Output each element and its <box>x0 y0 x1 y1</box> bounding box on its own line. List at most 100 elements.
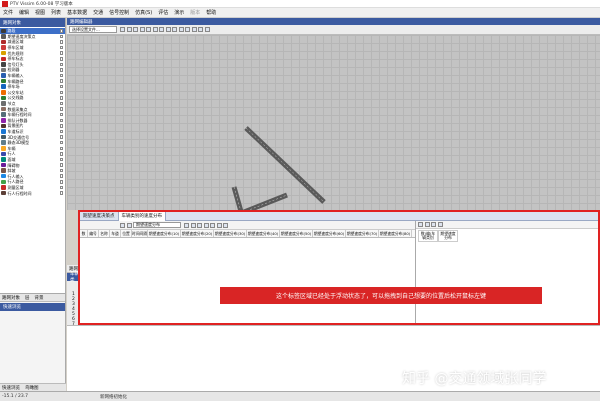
network-canvas[interactable] <box>67 35 600 217</box>
visibility-toggle[interactable] <box>59 79 63 83</box>
list-column-header[interactable]: 车道 <box>110 230 121 237</box>
menu-simulation[interactable]: 仿真(S) <box>135 9 152 16</box>
select-icon[interactable] <box>146 27 151 32</box>
list-column-header[interactable]: 期望速度分布(50) <box>280 230 313 237</box>
visibility-toggle[interactable] <box>59 129 63 134</box>
menu-traffic[interactable]: 交通 <box>93 9 103 16</box>
pan-icon[interactable] <box>120 27 125 32</box>
zoom-fit-icon[interactable] <box>139 27 145 32</box>
3d-mode-icon[interactable] <box>159 27 164 32</box>
visibility-toggle[interactable] <box>59 174 63 178</box>
screenshot-icon[interactable] <box>165 27 171 32</box>
visibility-toggle[interactable] <box>59 90 63 95</box>
visibility-toggle[interactable] <box>59 107 63 111</box>
layers-icon[interactable] <box>178 27 184 32</box>
visibility-toggle[interactable] <box>59 157 63 162</box>
tab-network-objects[interactable]: 路网对象 <box>2 295 20 301</box>
visibility-toggle[interactable] <box>59 168 63 173</box>
list-column-header[interactable]: 编号 <box>88 230 99 237</box>
side-column-header[interactable]: 期望速度分布 <box>438 230 458 242</box>
list-column-header[interactable]: 期望速度分布(70) <box>346 230 379 237</box>
visibility-toggle[interactable] <box>59 180 63 184</box>
menu-signal-control[interactable]: 信号控制 <box>109 9 129 16</box>
menu-evaluation[interactable]: 评估 <box>158 9 168 16</box>
visibility-toggle[interactable] <box>59 29 63 33</box>
menu-presentation[interactable]: 演示 <box>174 9 184 16</box>
list-column-header[interactable]: 位置 <box>121 230 132 237</box>
menu-file[interactable]: 文件 <box>3 9 13 16</box>
side-list-delete-icon[interactable] <box>431 222 436 227</box>
visibility-toggle[interactable] <box>59 57 63 61</box>
menu-base-data[interactable]: 基本数据 <box>67 9 87 16</box>
list-column-header[interactable]: 名称 <box>99 230 110 237</box>
tab-birds-eye[interactable]: 鸟瞰图 <box>25 385 39 391</box>
tab-quick-view[interactable]: 快速浏览 <box>2 385 20 391</box>
link-vertical[interactable] <box>231 186 245 216</box>
redo-icon[interactable] <box>198 27 203 32</box>
list-column-header[interactable]: 期望速度分布(10) <box>148 230 181 237</box>
visibility-toggle[interactable] <box>59 146 63 151</box>
list-column-header[interactable]: 期望速度分布(60) <box>313 230 346 237</box>
list-tool-icon[interactable] <box>120 222 125 228</box>
tab-levels[interactable]: 层 <box>25 295 30 301</box>
visibility-toggle[interactable] <box>59 84 63 89</box>
visibility-toggle[interactable] <box>59 101 63 106</box>
visibility-toggle[interactable] <box>59 191 63 195</box>
network-object-item[interactable]: 行人行程时间 <box>0 190 65 196</box>
zoom-in-icon[interactable] <box>126 27 132 32</box>
tab-backgrounds[interactable]: 背景 <box>35 295 44 301</box>
visibility-toggle[interactable] <box>59 62 63 67</box>
visibility-toggle[interactable] <box>59 45 63 50</box>
list-column-header[interactable]: 期望速度分布(20) <box>181 230 214 237</box>
side-column-header[interactable]: 数(编)车辆类别 <box>418 230 438 242</box>
list-sort-desc-icon[interactable] <box>203 222 209 228</box>
settings-icon[interactable] <box>204 27 210 32</box>
visibility-toggle[interactable] <box>59 112 63 117</box>
list-settings-icon[interactable] <box>223 222 228 228</box>
list-column-header[interactable]: 期望速度分布(80) <box>379 230 412 237</box>
list-column-header[interactable]: 数 <box>80 230 88 237</box>
zoom-out-icon[interactable] <box>133 27 138 32</box>
grid-icon[interactable] <box>185 27 190 32</box>
list-column-header[interactable]: 期望速度分布(40) <box>247 230 280 237</box>
rotate-icon[interactable] <box>152 27 158 32</box>
graphic-settings-select[interactable]: 选择设置文件... <box>69 26 117 33</box>
list-sort-asc-icon[interactable] <box>197 222 202 228</box>
attribute-select[interactable]: 期望速度分布 <box>133 221 181 229</box>
menu-lists[interactable]: 列表 <box>51 9 61 16</box>
visibility-toggle[interactable] <box>59 40 63 44</box>
link-horizontal[interactable] <box>238 192 288 217</box>
list-filter-icon[interactable] <box>126 222 132 228</box>
visibility-toggle[interactable] <box>59 73 63 78</box>
list-column-header[interactable]: 期望速度分布(30) <box>214 230 247 237</box>
visibility-toggle[interactable] <box>59 140 63 145</box>
visibility-toggle[interactable] <box>59 135 63 139</box>
list-column-header[interactable]: 时间间隔 <box>132 230 148 237</box>
visibility-toggle[interactable] <box>59 51 63 55</box>
print-icon[interactable] <box>172 27 177 32</box>
list-delete-icon[interactable] <box>190 222 196 228</box>
list-edit-icon[interactable] <box>216 222 222 228</box>
tab-desired-speed-decisions[interactable]: 期望速度决策点 <box>80 211 119 221</box>
visibility-toggle[interactable] <box>59 152 63 156</box>
visibility-toggle[interactable] <box>59 96 63 100</box>
floating-list-window[interactable]: 期望速度决策点 车辆类别的速度分布 期望速度分布 数编号 名称 车道 位置 时间间隔 期望… <box>78 210 600 325</box>
tab-speed-distribution-by-class[interactable]: 车辆类别的速度分布 <box>118 211 166 221</box>
menu-view[interactable]: 视图 <box>35 9 45 16</box>
visibility-toggle[interactable] <box>59 124 63 128</box>
menu-help[interactable]: 帮助 <box>206 9 216 16</box>
visibility-toggle[interactable] <box>59 163 63 167</box>
list-add-icon[interactable] <box>184 222 189 228</box>
side-list-tool-icon[interactable] <box>418 222 423 227</box>
visibility-toggle[interactable] <box>59 34 63 39</box>
list-copy-icon[interactable] <box>210 222 215 228</box>
visibility-toggle[interactable] <box>59 68 63 72</box>
side-list-add-icon[interactable] <box>424 222 430 227</box>
side-list-edit-icon[interactable] <box>437 222 443 227</box>
menu-version[interactable]: 版本 <box>190 9 200 16</box>
visibility-toggle[interactable] <box>59 185 63 190</box>
undo-icon[interactable] <box>191 27 197 32</box>
network-object-icon <box>1 151 6 157</box>
visibility-toggle[interactable] <box>59 118 63 123</box>
menu-edit[interactable]: 编辑 <box>19 9 29 16</box>
